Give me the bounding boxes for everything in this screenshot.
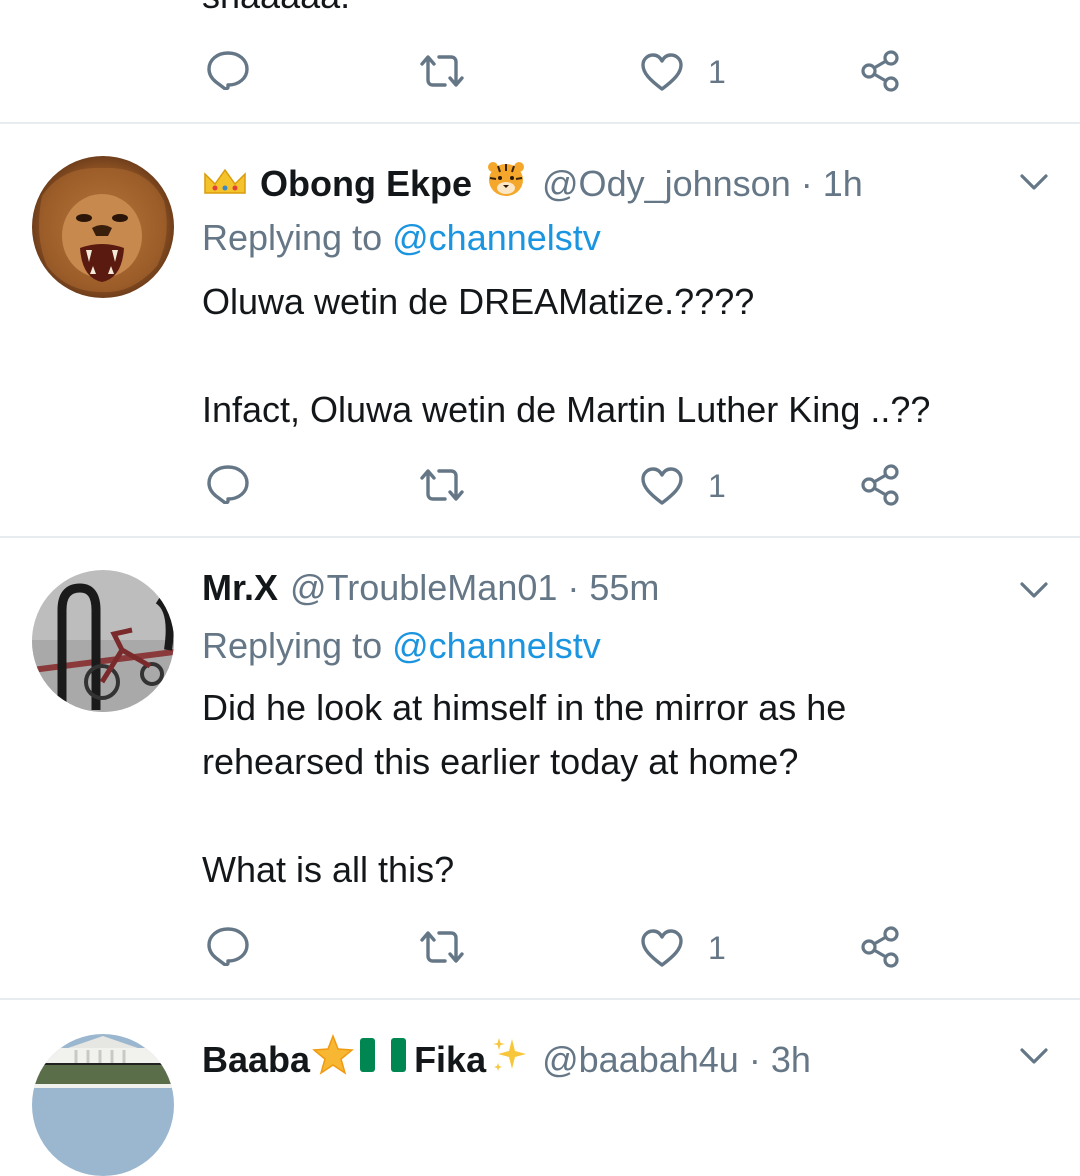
retweet-button[interactable] bbox=[418, 928, 466, 966]
chevron-down-icon[interactable] bbox=[1014, 162, 1054, 202]
retweet-button[interactable] bbox=[418, 52, 466, 90]
reply-button[interactable] bbox=[206, 50, 250, 90]
reply-button[interactable] bbox=[206, 464, 250, 504]
reply-icon bbox=[207, 51, 249, 90]
user-handle[interactable]: @Ody_johnson bbox=[542, 162, 791, 206]
like-count: 1 bbox=[708, 54, 726, 90]
chevron-down-icon[interactable] bbox=[1014, 1036, 1054, 1076]
reply-icon bbox=[207, 465, 249, 504]
display-name[interactable]: Obong Ekpe bbox=[260, 162, 472, 206]
previous-tweet-text: shaaaaa. bbox=[202, 0, 350, 14]
share-button[interactable] bbox=[860, 926, 902, 968]
tweet-text-line: What is all this? bbox=[202, 849, 455, 890]
share-button[interactable] bbox=[860, 464, 902, 506]
replying-to: Replying to @channelstv bbox=[202, 216, 601, 260]
like-count: 1 bbox=[708, 930, 726, 966]
share-icon bbox=[861, 464, 899, 506]
tweet-text-line: Did he look at himself in the mirror as … bbox=[202, 687, 847, 728]
tweet-text-line: Oluwa wetin de DREAMatize.???? bbox=[202, 281, 755, 322]
white-house-avatar-image bbox=[32, 1034, 174, 1176]
like-count: 1 bbox=[708, 468, 726, 504]
avatar-mr-x[interactable] bbox=[32, 570, 174, 712]
display-name-part2[interactable]: Fika bbox=[414, 1038, 486, 1082]
tweet-time[interactable]: · 3h bbox=[749, 1038, 811, 1082]
tweet-header: Baaba Fika @baabah4u · 3h bbox=[202, 1033, 811, 1086]
user-handle[interactable]: @TroubleMan01 bbox=[290, 566, 557, 610]
sparkles-icon bbox=[490, 1035, 530, 1085]
divider bbox=[0, 536, 1080, 538]
glowing-star-icon bbox=[312, 1033, 354, 1086]
replying-prefix: Replying to bbox=[202, 625, 383, 666]
heart-icon bbox=[641, 929, 683, 967]
tweet-text-line: Infact, Oluwa wetin de Martin Luther Kin… bbox=[202, 389, 931, 430]
avatar-baaba-fika[interactable] bbox=[32, 1034, 174, 1176]
share-button[interactable] bbox=[860, 50, 902, 92]
like-button[interactable]: 1 bbox=[640, 928, 726, 968]
replying-prefix: Replying to bbox=[202, 217, 383, 258]
tweet-header: Mr.X @TroubleMan01 · 55m bbox=[202, 566, 659, 610]
divider bbox=[0, 122, 1080, 124]
retweet-icon bbox=[420, 469, 464, 501]
tweet-time[interactable]: · 1h bbox=[801, 162, 863, 206]
lion-avatar-image bbox=[32, 156, 174, 298]
tweet-text-line: rehearsed this earlier today at home? bbox=[202, 741, 799, 782]
heart-icon bbox=[641, 53, 683, 91]
retweet-icon bbox=[420, 931, 464, 963]
divider bbox=[0, 998, 1080, 1000]
replying-to: Replying to @channelstv bbox=[202, 624, 601, 668]
reply-button[interactable] bbox=[206, 926, 250, 966]
heart-icon bbox=[641, 467, 683, 505]
chevron-down-icon[interactable] bbox=[1014, 570, 1054, 610]
share-icon bbox=[861, 50, 899, 92]
reply-icon bbox=[207, 927, 249, 966]
share-icon bbox=[861, 926, 899, 968]
display-name-part1[interactable]: Baaba bbox=[202, 1038, 310, 1082]
display-name[interactable]: Mr.X bbox=[202, 566, 278, 610]
tweet-time[interactable]: · 55m bbox=[567, 566, 659, 610]
nigeria-flag-icon bbox=[360, 1038, 407, 1082]
retweet-icon bbox=[420, 55, 464, 87]
like-button[interactable]: 1 bbox=[640, 52, 726, 92]
crown-icon bbox=[202, 162, 248, 206]
replying-mention[interactable]: @channelstv bbox=[392, 625, 601, 666]
tricycle-avatar-image bbox=[32, 570, 174, 712]
avatar-obong-ekpe[interactable] bbox=[32, 156, 174, 298]
retweet-button[interactable] bbox=[418, 466, 466, 504]
like-button[interactable]: 1 bbox=[640, 466, 726, 506]
tweet-header: Obong Ekpe @Ody_johnson · 1h bbox=[202, 160, 863, 208]
user-handle[interactable]: @baabah4u bbox=[542, 1038, 739, 1082]
replying-mention[interactable]: @channelstv bbox=[392, 217, 601, 258]
tiger-face-icon bbox=[486, 160, 526, 208]
